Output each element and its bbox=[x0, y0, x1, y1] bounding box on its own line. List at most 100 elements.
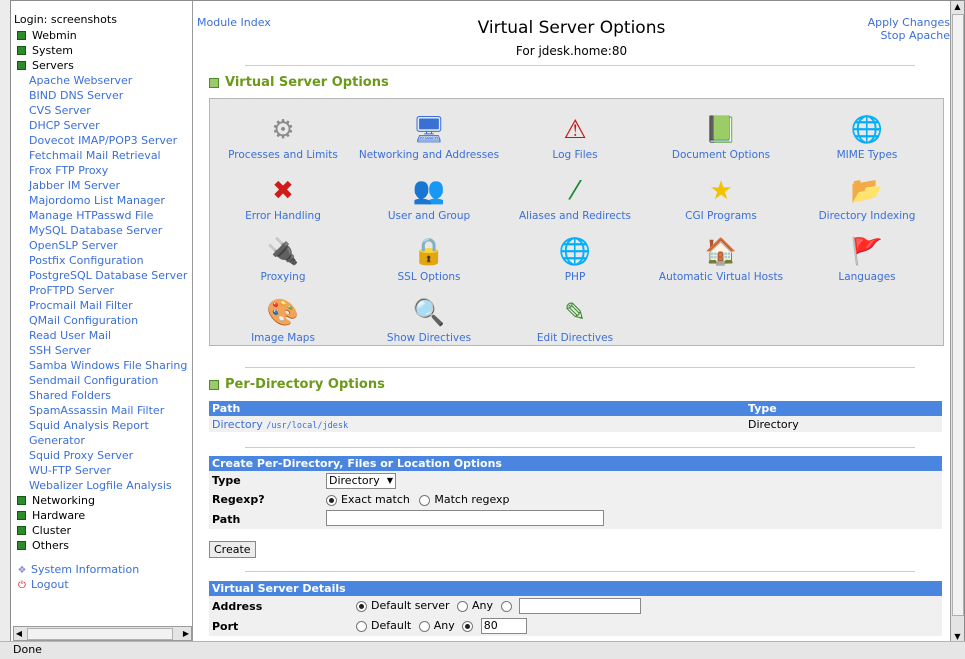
sidebar-module-link[interactable]: Squid Proxy Server bbox=[14, 448, 192, 463]
option-label[interactable]: Log Files bbox=[552, 149, 597, 161]
edit-directives-icon[interactable]: ✎ bbox=[558, 296, 592, 330]
sidebar-module-link[interactable]: Squid Analysis Report Generator bbox=[14, 418, 179, 448]
option-label[interactable]: User and Group bbox=[388, 210, 470, 222]
path-input[interactable] bbox=[326, 509, 604, 526]
left-horizontal-scrollbar[interactable]: ◀ ▶ bbox=[13, 626, 192, 641]
option-processes-and-limits[interactable]: ⚙ Processes and Limits bbox=[210, 113, 356, 161]
php-icon[interactable]: 🌐 bbox=[558, 235, 592, 269]
option-automatic-virtual-hosts[interactable]: 🏠 Automatic Virtual Hosts bbox=[648, 235, 794, 283]
type-select[interactable]: Directory ▼ bbox=[326, 472, 396, 489]
category-networking[interactable]: Networking bbox=[14, 493, 192, 508]
option-php[interactable]: 🌐 PHP bbox=[502, 235, 648, 283]
exact-match-radio[interactable] bbox=[326, 494, 337, 506]
option-languages[interactable]: 🚩 Languages bbox=[794, 235, 940, 283]
languages-icon[interactable]: 🚩 bbox=[850, 235, 884, 269]
option-document-options[interactable]: 📗 Document Options bbox=[648, 113, 794, 161]
logout-link[interactable]: ⏻ Logout bbox=[14, 577, 139, 592]
option-label[interactable]: PHP bbox=[565, 271, 586, 283]
image-maps-icon[interactable]: 🎨 bbox=[266, 296, 300, 330]
sidebar-module-link[interactable]: Read User Mail bbox=[14, 328, 192, 343]
category-hardware[interactable]: Hardware bbox=[14, 508, 192, 523]
default-server-radio[interactable] bbox=[356, 600, 367, 612]
category-cluster[interactable]: Cluster bbox=[14, 523, 192, 538]
sidebar-module-link[interactable]: Majordomo List Manager bbox=[14, 193, 192, 208]
create-button[interactable]: Create bbox=[209, 541, 256, 558]
scroll-up-icon[interactable]: ▲ bbox=[952, 1, 963, 12]
port-input[interactable]: 80 bbox=[480, 618, 527, 634]
processes-and-limits-icon[interactable]: ⚙ bbox=[266, 113, 300, 147]
sidebar-module-link[interactable]: Jabber IM Server bbox=[14, 178, 192, 193]
sidebar-module-link[interactable]: Webalizer Logfile Analysis bbox=[14, 478, 192, 493]
option-label[interactable]: Show Directives bbox=[387, 332, 471, 344]
directory-path[interactable]: /usr/local/jdesk bbox=[266, 421, 348, 431]
sidebar-module-link[interactable]: BIND DNS Server bbox=[14, 88, 192, 103]
category-servers[interactable]: Servers bbox=[14, 58, 192, 73]
option-show-directives[interactable]: 🔍 Show Directives bbox=[356, 296, 502, 344]
option-label[interactable]: Automatic Virtual Hosts bbox=[659, 271, 783, 283]
option-image-maps[interactable]: 🎨 Image Maps bbox=[210, 296, 356, 344]
category-others[interactable]: Others bbox=[14, 538, 192, 553]
any-port-radio[interactable] bbox=[418, 620, 430, 632]
scroll-right-icon[interactable]: ▶ bbox=[181, 628, 191, 639]
sidebar-module-link[interactable]: Apache Webserver bbox=[14, 73, 192, 88]
log-files-icon[interactable]: ⚠ bbox=[558, 113, 592, 147]
scroll-thumb[interactable] bbox=[952, 14, 964, 616]
option-label[interactable]: Edit Directives bbox=[537, 332, 613, 344]
option-label[interactable]: Directory Indexing bbox=[819, 210, 916, 222]
option-error-handling[interactable]: ✖ Error Handling bbox=[210, 174, 356, 222]
option-cgi-programs[interactable]: ★ CGI Programs bbox=[648, 174, 794, 222]
sidebar-module-link[interactable]: SpamAssassin Mail Filter bbox=[14, 403, 192, 418]
ssl-options-icon[interactable]: 🔒 bbox=[412, 235, 446, 269]
specific-address-radio[interactable] bbox=[500, 600, 512, 612]
option-label[interactable]: Error Handling bbox=[245, 210, 321, 222]
option-label[interactable]: Document Options bbox=[672, 149, 770, 161]
option-label[interactable]: MIME Types bbox=[837, 149, 898, 161]
option-proxying[interactable]: 🔌 Proxying bbox=[210, 235, 356, 283]
option-log-files[interactable]: ⚠ Log Files bbox=[502, 113, 648, 161]
address-input[interactable] bbox=[519, 598, 642, 614]
show-directives-icon[interactable]: 🔍 bbox=[412, 296, 446, 330]
option-label[interactable]: Proxying bbox=[261, 271, 306, 283]
option-label[interactable]: CGI Programs bbox=[685, 210, 757, 222]
sidebar-module-link[interactable]: QMail Configuration bbox=[14, 313, 192, 328]
networking-and-addresses-icon[interactable]: 🖥 bbox=[412, 113, 446, 147]
default-port-radio[interactable] bbox=[356, 620, 367, 632]
user-and-group-icon[interactable]: 👥 bbox=[412, 174, 446, 208]
sidebar-module-link[interactable]: CVS Server bbox=[14, 103, 192, 118]
option-label[interactable]: Networking and Addresses bbox=[359, 149, 499, 161]
directory-link[interactable]: Directory bbox=[212, 418, 263, 431]
category-webmin[interactable]: Webmin bbox=[14, 28, 192, 43]
aliases-and-redirects-icon[interactable]: ⁄ bbox=[558, 174, 592, 208]
error-handling-icon[interactable]: ✖ bbox=[266, 174, 300, 208]
option-label[interactable]: Aliases and Redirects bbox=[519, 210, 631, 222]
option-user-and-group[interactable]: 👥 User and Group bbox=[356, 174, 502, 222]
option-mime-types[interactable]: 🌐 MIME Types bbox=[794, 113, 940, 161]
proxying-icon[interactable]: 🔌 bbox=[266, 235, 300, 269]
sidebar-module-link[interactable]: Sendmail Configuration bbox=[14, 373, 192, 388]
sidebar-module-link[interactable]: Frox FTP Proxy bbox=[14, 163, 192, 178]
option-aliases-and-redirects[interactable]: ⁄ Aliases and Redirects bbox=[502, 174, 648, 222]
sidebar-module-link[interactable]: Samba Windows File Sharing bbox=[14, 358, 192, 373]
option-directory-indexing[interactable]: 📂 Directory Indexing bbox=[794, 174, 940, 222]
option-label[interactable]: Image Maps bbox=[251, 332, 315, 344]
directory-indexing-icon[interactable]: 📂 bbox=[850, 174, 884, 208]
option-label[interactable]: Processes and Limits bbox=[228, 149, 338, 161]
specific-port-radio[interactable] bbox=[462, 620, 474, 632]
system-information-link[interactable]: ❖ System Information bbox=[14, 562, 140, 577]
match-regexp-radio[interactable] bbox=[419, 494, 431, 506]
option-label[interactable]: Languages bbox=[838, 271, 895, 283]
document-options-icon[interactable]: 📗 bbox=[704, 113, 738, 147]
scroll-left-icon[interactable]: ◀ bbox=[14, 628, 24, 639]
sidebar-module-link[interactable]: SSH Server bbox=[14, 343, 192, 358]
sidebar-module-link[interactable]: ProFTPD Server bbox=[14, 283, 192, 298]
sidebar-module-link[interactable]: Manage HTPasswd File bbox=[14, 208, 192, 223]
option-networking-and-addresses[interactable]: 🖥 Networking and Addresses bbox=[356, 113, 502, 161]
category-system[interactable]: System bbox=[14, 43, 192, 58]
sidebar-module-link[interactable]: DHCP Server bbox=[14, 118, 192, 133]
option-edit-directives[interactable]: ✎ Edit Directives bbox=[502, 296, 648, 344]
mime-types-icon[interactable]: 🌐 bbox=[850, 113, 884, 147]
sidebar-module-link[interactable]: WU-FTP Server bbox=[14, 463, 192, 478]
path-cell[interactable]: Directory /usr/local/jdesk bbox=[209, 416, 745, 432]
scroll-thumb[interactable] bbox=[27, 628, 173, 640]
automatic-virtual-hosts-icon[interactable]: 🏠 bbox=[704, 235, 738, 269]
